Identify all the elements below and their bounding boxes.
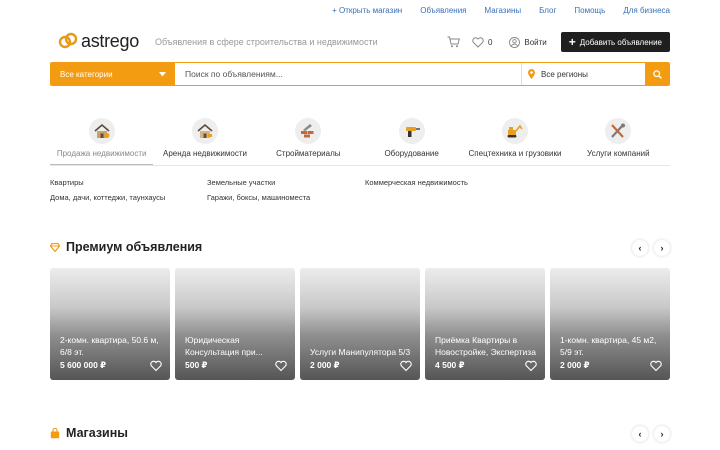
diamond-icon xyxy=(50,242,60,252)
logo-text: astrego xyxy=(81,31,139,51)
location-pin-icon xyxy=(528,69,535,79)
category-machinery[interactable]: Спецтехника и грузовики xyxy=(463,118,566,165)
shops-prev-button[interactable]: ‹ xyxy=(632,426,648,442)
listing-price: 4 500 ₽ xyxy=(435,360,465,370)
drill-icon xyxy=(398,118,425,144)
login-button[interactable]: Войти xyxy=(504,35,547,49)
subcategory-link[interactable]: Дома, дачи, коттеджи, таунхаусы xyxy=(50,193,165,202)
tools-icon xyxy=(605,118,632,144)
search-button[interactable] xyxy=(645,63,669,85)
favorite-heart-icon[interactable] xyxy=(275,360,287,372)
subcategory-link[interactable]: Квартиры xyxy=(50,178,84,187)
premium-next-button[interactable]: › xyxy=(654,240,670,256)
listing-title: Юридическая Консультация при... xyxy=(185,335,263,357)
category-label: Оборудование xyxy=(384,149,439,158)
add-listing-label: Добавить объявление xyxy=(579,37,662,47)
listing-price: 5 600 000 ₽ xyxy=(60,360,107,370)
category-label: Аренда недвижимости xyxy=(163,149,247,158)
premium-prev-button[interactable]: ‹ xyxy=(632,240,648,256)
shops-carousel-nav: ‹ › xyxy=(632,426,670,442)
category-rent[interactable]: Аренда недвижимости xyxy=(153,118,256,165)
help-link[interactable]: Помощь xyxy=(574,6,605,16)
shops-title: Магазины xyxy=(66,426,128,440)
category-sale[interactable]: Продажа недвижимости xyxy=(50,118,154,165)
header: astrego Объявления в сфере строительства… xyxy=(50,28,670,56)
listing-price: 500 ₽ xyxy=(185,360,208,370)
favorite-heart-icon[interactable] xyxy=(150,360,162,372)
region-label: Все регионы xyxy=(541,69,588,79)
listing-title: 2-комн. квартира, 50.6 м, 6/8 эт. xyxy=(60,335,159,357)
favorites-count: 0 xyxy=(487,37,493,47)
premium-title: Премиум объявления xyxy=(66,240,203,254)
category-select-label: Все категории xyxy=(60,69,113,79)
shops-next-button[interactable]: › xyxy=(654,426,670,442)
category-nav: Продажа недвижимости Аренда недвижимости… xyxy=(50,118,670,166)
excavator-icon xyxy=(501,118,528,144)
ads-link[interactable]: Объявления xyxy=(420,6,466,16)
category-label: Спецтехника и грузовики xyxy=(468,149,562,158)
shops-section-title: Магазины xyxy=(50,426,128,440)
favorite-heart-icon[interactable] xyxy=(525,360,537,372)
favorite-heart-icon[interactable] xyxy=(400,360,412,372)
subcategory-link[interactable]: Земельные участки xyxy=(207,178,275,187)
top-links: + Открыть магазин Объявления Магазины Бл… xyxy=(332,6,670,16)
search-icon xyxy=(652,69,662,79)
house-rent-icon xyxy=(191,118,218,144)
category-equipment[interactable]: Оборудование xyxy=(360,118,463,165)
search-input[interactable] xyxy=(175,63,521,85)
listing-card[interactable]: 1-комн. квартира, 45 м2, 5/9 эт. 2 000 ₽ xyxy=(550,268,670,380)
subcategory-link[interactable]: Коммерческая недвижимость xyxy=(365,178,468,187)
tagline: Объявления в сфере строительства и недви… xyxy=(155,37,378,47)
category-select[interactable]: Все категории xyxy=(51,63,175,85)
premium-carousel-nav: ‹ › xyxy=(632,240,670,256)
listing-title: Услуги Манипулятора 5/3 xyxy=(310,346,411,357)
business-link[interactable]: Для бизнеса xyxy=(623,6,670,16)
listing-price: 2 000 ₽ xyxy=(310,360,340,370)
login-label: Войти xyxy=(524,37,547,47)
listing-title: 1-комн. квартира, 45 м2, 5/9 эт. xyxy=(560,335,657,357)
open-shop-link[interactable]: + Открыть магазин xyxy=(332,6,402,16)
listing-price: 2 000 ₽ xyxy=(560,360,590,370)
bricks-icon xyxy=(295,118,322,144)
logo-mark-icon xyxy=(58,31,78,51)
category-label: Стройматериалы xyxy=(276,149,341,158)
cart-icon[interactable] xyxy=(447,35,461,49)
subcategory-link[interactable]: Гаражи, боксы, машиноместа xyxy=(207,193,310,202)
chevron-down-icon xyxy=(159,71,166,76)
favorite-heart-icon[interactable] xyxy=(650,360,662,372)
region-select[interactable]: Все регионы xyxy=(521,63,645,85)
house-sale-icon xyxy=(88,118,115,144)
premium-cards: 2-комн. квартира, 50.6 м, 6/8 эт. 5 600 … xyxy=(50,268,670,380)
shops-link[interactable]: Магазины xyxy=(485,6,522,16)
listing-card[interactable]: Услуги Манипулятора 5/3 2 000 ₽ xyxy=(300,268,420,380)
listing-card[interactable]: 2-комн. квартира, 50.6 м, 6/8 эт. 5 600 … xyxy=(50,268,170,380)
header-actions: 0 Войти + Добавить объявление xyxy=(447,32,670,52)
listing-card[interactable]: Юридическая Консультация при... 500 ₽ xyxy=(175,268,295,380)
user-icon xyxy=(507,35,521,49)
category-label: Услуги компаний xyxy=(587,149,650,158)
listing-title: Приёмка Квартиры в Новостройке, Эксперти… xyxy=(435,335,536,357)
listing-card[interactable]: Приёмка Квартиры в Новостройке, Эксперти… xyxy=(425,268,545,380)
category-services[interactable]: Услуги компаний xyxy=(567,118,670,165)
plus-icon: + xyxy=(568,35,576,49)
premium-section-title: Премиум объявления xyxy=(50,240,202,254)
add-listing-button[interactable]: + Добавить объявление xyxy=(560,32,670,52)
logo[interactable]: astrego xyxy=(58,31,139,51)
blog-link[interactable]: Блог xyxy=(539,6,556,16)
shopping-bag-icon xyxy=(50,427,60,438)
search-bar: Все категории Все регионы xyxy=(50,62,670,86)
heart-icon[interactable] xyxy=(471,35,485,49)
category-materials[interactable]: Стройматериалы xyxy=(257,118,360,165)
category-label: Продажа недвижимости xyxy=(56,149,147,158)
